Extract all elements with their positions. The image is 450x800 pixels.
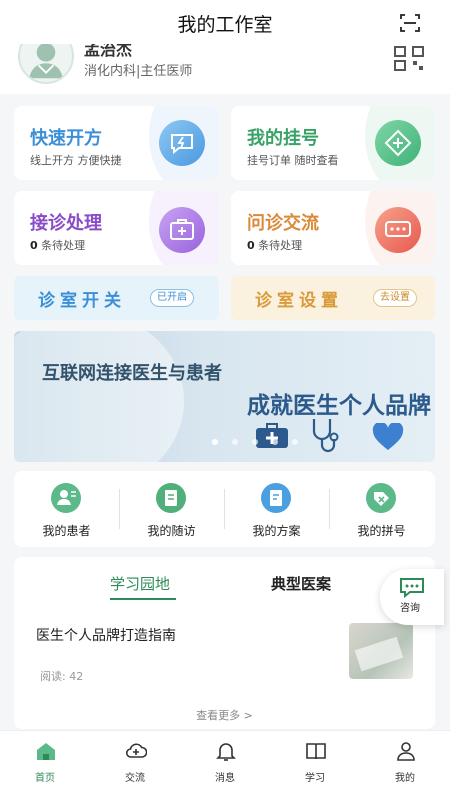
consult-label: 咨询 <box>400 603 420 614</box>
tab-typical-cases[interactable]: 典型医案 <box>271 573 331 594</box>
carousel-dot[interactable] <box>272 439 278 445</box>
carousel-dot[interactable] <box>292 439 298 445</box>
nav-label: 学习 <box>305 773 325 784</box>
nav-label: 消息 <box>215 773 235 784</box>
article-read-count: 阅读: 42 <box>40 670 84 683</box>
clinic-settings[interactable]: 诊室设置 去设置 <box>231 276 435 320</box>
card-title: 我的挂号 <box>247 128 319 149</box>
nav-messages[interactable]: 消息 <box>180 731 270 800</box>
quick-item-label: 我的患者 <box>42 524 91 538</box>
bottom-tab-bar: 首页 交流 消息 学习 我的 <box>0 730 450 800</box>
avatar <box>18 44 74 84</box>
first-aid-kit-icon <box>256 423 288 448</box>
article-thumbnail <box>349 623 413 679</box>
chat-bubble-icon <box>375 207 421 253</box>
qr-code-icon[interactable] <box>394 46 424 72</box>
plan-icon <box>261 483 291 513</box>
user-icon <box>397 742 415 761</box>
group-booking-icon <box>366 483 396 513</box>
clinic-switch-status-badge: 已开启 <box>150 289 194 307</box>
clinic-switch-label: 诊室开关 <box>38 291 126 311</box>
heart-icon <box>372 423 404 450</box>
carousel-dot[interactable] <box>232 439 238 445</box>
quick-item-my-plans[interactable]: 我的方案 <box>224 471 329 547</box>
bell-icon <box>216 743 236 761</box>
nav-learning[interactable]: 学习 <box>270 731 360 800</box>
clinic-settings-label: 诊室设置 <box>255 291 343 311</box>
page-title: 我的工作室 <box>177 14 273 36</box>
home-icon <box>37 743 55 760</box>
pending-count: 0 <box>30 239 38 252</box>
top-bar: 我的工作室 <box>0 0 450 44</box>
quick-item-label: 我的方案 <box>252 524 301 538</box>
pending-count: 0 <box>247 239 255 252</box>
nav-label: 首页 <box>35 773 55 784</box>
card-subtitle: 0 条待处理 <box>247 239 303 252</box>
clinic-settings-badge: 去设置 <box>373 289 417 307</box>
nav-me[interactable]: 我的 <box>360 731 450 800</box>
carousel-dot[interactable] <box>252 439 258 445</box>
quick-item-my-group-booking[interactable]: 我的拼号 <box>329 471 434 547</box>
card-title: 问诊交流 <box>247 213 319 234</box>
card-subtitle: 挂号订单 随时查看 <box>247 154 339 167</box>
card-title: 接诊处理 <box>30 213 102 234</box>
nav-label: 我的 <box>395 773 415 784</box>
medical-cross-icon <box>375 120 421 166</box>
medical-kit-icon <box>159 207 205 253</box>
consult-button[interactable]: 咨询 <box>380 569 444 625</box>
active-tab-indicator <box>110 598 176 600</box>
quick-menu: 我的患者 我的随访 我的方案 我的拼号 <box>14 471 435 547</box>
quick-item-label: 我的拼号 <box>357 524 406 538</box>
promo-banner[interactable]: 互联网连接医生与患者 成就医生个人品牌 <box>14 331 435 462</box>
card-subtitle: 0 条待处理 <box>30 239 86 252</box>
stethoscope-icon <box>312 419 339 453</box>
carousel-dot[interactable] <box>212 439 218 445</box>
nav-home[interactable]: 首页 <box>0 731 90 800</box>
card-title: 快速开方 <box>30 128 102 149</box>
followup-icon <box>156 483 186 513</box>
cloud-plus-icon <box>125 743 147 758</box>
profile-header[interactable]: 孟治杰 消化内科|主任医师 <box>0 44 450 94</box>
doctor-department: 消化内科|主任医师 <box>84 64 193 79</box>
card-my-registration[interactable]: 我的挂号 挂号订单 随时查看 <box>231 106 435 180</box>
nav-label: 交流 <box>125 773 145 784</box>
quick-item-my-patients[interactable]: 我的患者 <box>14 471 119 547</box>
book-icon <box>306 743 326 760</box>
doctor-name: 孟治杰 <box>84 44 133 59</box>
patient-icon <box>51 483 81 513</box>
scan-icon[interactable] <box>400 13 420 33</box>
card-consult-communication[interactable]: 问诊交流 0 条待处理 <box>231 191 435 265</box>
card-quick-prescribe[interactable]: 快速开方 线上开方 方便快捷 <box>14 106 219 180</box>
banner-headline: 互联网连接医生与患者 <box>42 363 222 384</box>
quick-item-label: 我的随访 <box>147 524 196 538</box>
chat-icon <box>400 578 424 599</box>
lightning-chat-icon <box>159 120 205 166</box>
see-more-link[interactable]: 查看更多 > <box>14 707 435 723</box>
quick-item-my-followups[interactable]: 我的随访 <box>119 471 224 547</box>
card-subtitle: 线上开方 方便快捷 <box>30 154 122 167</box>
nav-communication[interactable]: 交流 <box>90 731 180 800</box>
banner-decoration <box>14 331 184 462</box>
learning-section: 学习园地 典型医案 医生个人品牌打造指南 阅读: 42 查看更多 > <box>14 557 435 729</box>
tab-learning-garden[interactable]: 学习园地 <box>110 573 170 594</box>
clinic-switch[interactable]: 诊室开关 已开启 <box>14 276 219 320</box>
article-title: 医生个人品牌打造指南 <box>36 628 176 644</box>
card-consultation-handling[interactable]: 接诊处理 0 条待处理 <box>14 191 219 265</box>
